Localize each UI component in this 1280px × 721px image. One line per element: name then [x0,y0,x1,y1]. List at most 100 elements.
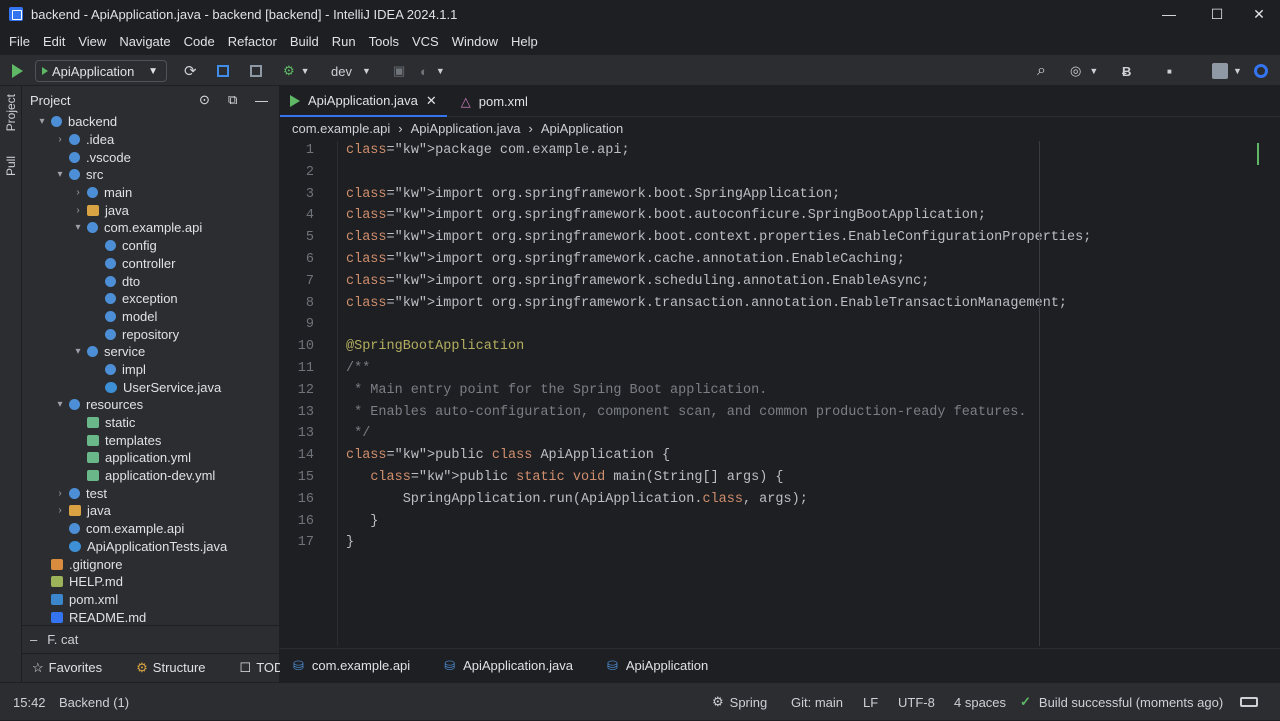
profiler-icon[interactable]: ◐ ▼ [420,55,445,87]
menu-run[interactable]: Run [332,34,356,49]
search-icon[interactable]: ⌕ [1037,55,1046,87]
menu-vcs[interactable]: VCS [412,34,439,49]
build-status[interactable]: ✓ Build successful (moments ago) [1020,683,1223,721]
menu-navigate[interactable]: Navigate [119,34,170,49]
chevron-down-icon[interactable]: ▾ [72,346,84,357]
bottom-item-class[interactable]: ⛁ ApiApplication [607,658,708,674]
menu-window[interactable]: Window [452,34,498,49]
indent-setting[interactable]: 4 spaces [954,683,1006,721]
tree-item[interactable]: ▾ com.example.api [22,219,280,237]
structure-tab[interactable]: ⚙ Structure [136,660,222,676]
stop-icon[interactable]: ▣ [393,55,405,87]
menu-code[interactable]: Code [184,34,215,49]
chevron-down-icon[interactable]: ▾ [54,399,66,410]
tree-item[interactable]: ▾ service [22,343,280,361]
spring-status[interactable]: ⚙ Spring [712,683,767,721]
close-window-button[interactable]: ✕ [1236,0,1280,28]
breadcrumb-item[interactable]: ApiApplication.java [411,121,521,136]
chevron-down-icon[interactable]: ▾ [36,116,48,127]
vcs-icon[interactable]: Ƀ [1122,55,1131,87]
run-icon[interactable] [12,55,23,87]
minus-icon[interactable]: – [30,632,37,647]
tree-item[interactable]: › java [22,502,280,520]
code-line: class="kw">import org.springframework.bo… [346,186,841,202]
tree-item[interactable]: config [22,237,280,255]
debug-dropdown-icon[interactable]: ⚙ ▼ [283,55,310,87]
chevron-right-icon[interactable]: › [72,205,84,216]
project-tool-label[interactable]: Project [4,94,18,131]
close-tab-icon[interactable]: ✕ [426,93,437,109]
menu-view[interactable]: View [78,34,106,49]
account-icon[interactable]: ◎ ▼ [1070,55,1098,87]
tree-item[interactable]: › test [22,484,280,502]
tree-item[interactable]: repository [22,325,280,343]
notification-icon[interactable]: ■ [1167,55,1172,87]
tree-item[interactable]: com.example.api [22,520,280,538]
tree-item[interactable]: UserService.java [22,378,280,396]
tree-item[interactable]: exception [22,290,280,308]
tree-item[interactable]: ApiApplicationTests.java [22,538,280,556]
tree-item[interactable]: impl [22,361,280,379]
tree-item[interactable]: › main [22,184,280,202]
tab-apiapplication-java[interactable]: ApiApplication.java ✕ [280,86,447,117]
tree-item[interactable]: HELP.md [22,573,280,591]
power-save-icon[interactable] [1240,683,1258,721]
structure-icon[interactable] [250,55,262,87]
tree-item[interactable]: ▾ src [22,166,280,184]
menu-build[interactable]: Build [290,34,319,49]
tree-item[interactable]: templates [22,431,280,449]
tree-item[interactable]: ▾ backend [22,113,280,131]
tree-item[interactable]: controller [22,255,280,273]
menu-help[interactable]: Help [511,34,538,49]
minimize-button[interactable]: — [1146,0,1192,28]
tree-item[interactable]: › java [22,201,280,219]
line-number: 13 [297,404,314,420]
chevron-down-icon[interactable]: ▾ [72,222,84,233]
build-icon[interactable] [217,55,229,87]
tree-item[interactable]: dto [22,272,280,290]
tree-item[interactable]: model [22,308,280,326]
file-encoding[interactable]: UTF-8 [898,683,935,721]
tree-item[interactable]: pom.xml [22,591,280,609]
settings-icon[interactable] [1254,55,1268,87]
maximize-button[interactable]: ☐ [1194,0,1240,28]
chevron-right-icon[interactable]: › [72,187,84,198]
breadcrumb-item[interactable]: ApiApplication [541,121,623,136]
line-number: 5 [305,230,314,246]
filter-input[interactable]: F. cat [47,632,78,647]
menu-edit[interactable]: Edit [43,34,65,49]
locate-icon[interactable]: ⊙ [199,92,210,108]
chevron-right-icon[interactable]: › [54,505,66,516]
run-configuration-selector[interactable]: ApiApplication ▼ [35,60,167,82]
favorites-tab[interactable]: ☆ Favorites [32,660,119,676]
tree-item[interactable]: ▾ resources [22,396,280,414]
tree-item[interactable]: .gitignore [22,555,280,573]
tree-item[interactable]: README.md [22,608,280,626]
collapse-all-icon[interactable]: ⧉ [228,92,237,108]
profile-selector[interactable]: dev ▼ [331,55,371,87]
sync-icon[interactable]: ⟳ [184,55,197,87]
menu-tools[interactable]: Tools [369,34,399,49]
tree-item[interactable]: application.yml [22,449,280,467]
chevron-down-icon[interactable]: ▾ [54,169,66,180]
cursor-position[interactable]: 15:42 [13,683,46,721]
tree-item[interactable]: .vscode [22,148,280,166]
status-context[interactable]: Backend (1) [59,683,129,721]
code-line: class="kw">public static void main(Strin… [370,470,784,485]
bottom-item-package[interactable]: ⛁ com.example.api [293,658,410,674]
tree-item[interactable]: static [22,414,280,432]
chevron-right-icon[interactable]: › [54,134,66,145]
tree-item[interactable]: application-dev.yml [22,467,280,485]
menu-refactor[interactable]: Refactor [228,34,277,49]
pull-requests-tool-label[interactable]: Pull [4,156,18,176]
chevron-right-icon[interactable]: › [54,488,66,499]
bottom-item-file[interactable]: ⛁ ApiApplication.java [444,658,573,674]
tree-item[interactable]: › .idea [22,131,280,149]
user-avatar-icon[interactable]: ▼ [1212,55,1242,87]
menu-file[interactable]: File [9,34,30,49]
hide-panel-icon[interactable]: — [255,93,268,108]
breadcrumb-item[interactable]: com.example.api [292,121,390,136]
tab-pom-xml[interactable]: △ pom.xml [451,86,538,117]
line-separator[interactable]: LF [863,683,878,721]
git-branch[interactable]: Git: main [791,683,843,721]
